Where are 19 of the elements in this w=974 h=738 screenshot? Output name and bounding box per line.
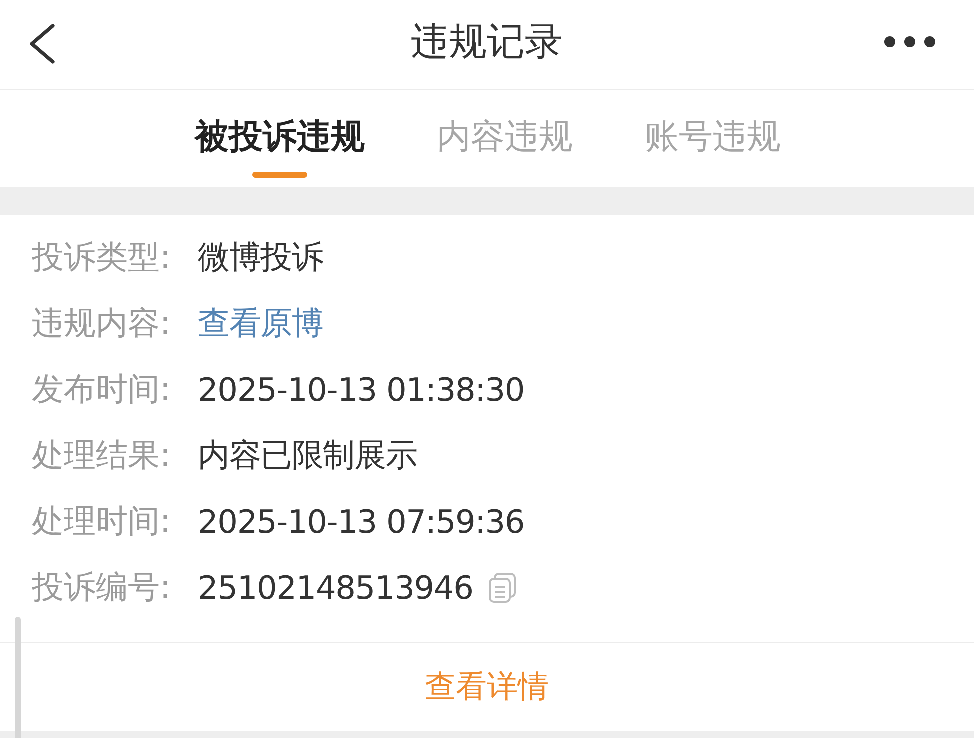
field-value: 内容已限制展示 (198, 435, 418, 476)
field-label: 发布时间: (32, 369, 172, 410)
field-value: 2025-10-13 07:59:36 (198, 503, 525, 541)
field-label: 投诉编号: (32, 567, 172, 608)
field-label: 违规内容: (32, 303, 172, 344)
field-value: 微博投诉 (198, 237, 324, 278)
field-value: 2025-10-13 01:38:30 (198, 371, 525, 409)
page-title: 违规记录 (411, 18, 563, 65)
tab-indicator (252, 172, 308, 178)
view-original-link[interactable]: 查看原博 (198, 302, 324, 346)
tab[interactable]: 账号违规 (645, 116, 781, 158)
field-label: 投诉类型: (32, 237, 172, 278)
back-icon[interactable] (28, 24, 56, 64)
more-icon[interactable] (884, 36, 936, 48)
tab[interactable]: 内容违规 (437, 116, 573, 158)
field-label: 处理结果: (32, 435, 172, 476)
field-label: 处理时间: (32, 501, 172, 542)
field-value: 25102148513946 (198, 569, 474, 607)
tab[interactable]: 被投诉违规 (195, 116, 365, 158)
